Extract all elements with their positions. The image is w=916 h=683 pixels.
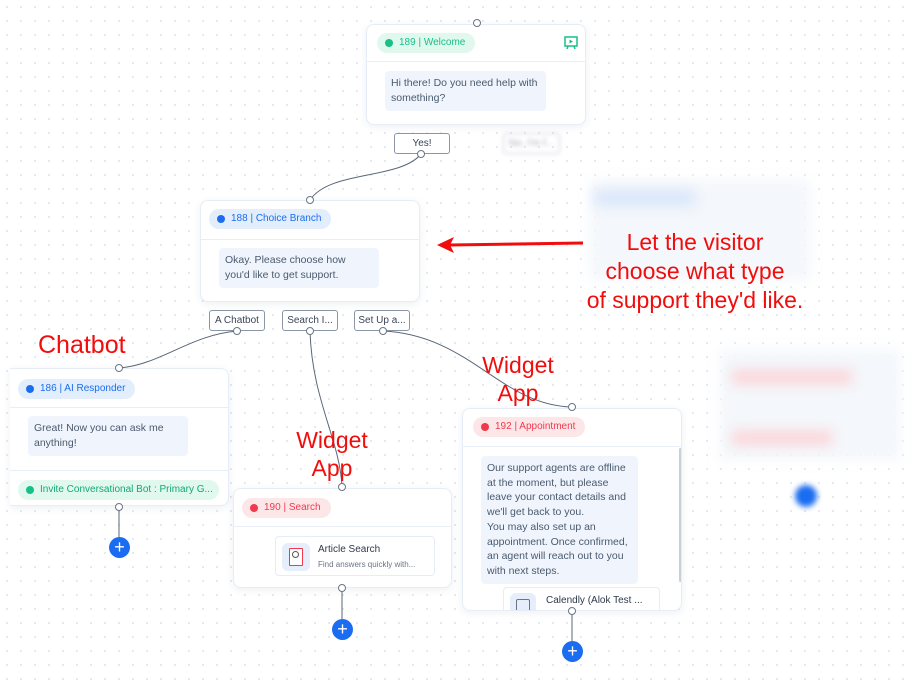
annotation-widget-appointment: Widget App [482,352,554,406]
output-port[interactable] [379,327,387,335]
article-search-icon [282,543,310,571]
output-port[interactable] [115,503,123,511]
calendar-icon [510,593,536,610]
output-port[interactable] [306,327,314,335]
connector-chatbot [118,330,238,369]
annotation-chatbot: Chatbot [38,331,126,359]
message-bubble: Great! Now you can ask me anything! [28,416,188,456]
node-badge: 192 | Appointment [473,417,586,437]
node-badge: 188 | Choice Branch [209,209,332,229]
annotation-widget-search: Widget App [296,427,368,481]
message-bubble: Okay. Please choose how you'd like to ge… [219,248,379,288]
output-port[interactable] [417,150,425,158]
output-port[interactable] [233,327,241,335]
node-appointment[interactable]: 192 | Appointment Our support agents are… [462,408,682,611]
calendly-card[interactable]: Calendly (Alok Test ... [503,587,660,610]
output-port[interactable] [338,584,346,592]
add-step-button[interactable]: + [562,641,583,662]
output-port[interactable] [568,607,576,615]
node-badge: 189 | Welcome [377,33,476,53]
node-choice-branch[interactable]: 188 | Choice Branch Okay. Please choose … [200,200,420,302]
input-port[interactable] [568,403,576,411]
input-port[interactable] [115,364,123,372]
node-badge: 190 | Search [242,498,331,518]
add-step-button[interactable]: + [109,537,130,558]
connector-yes [309,153,422,201]
input-port[interactable] [306,196,314,204]
node-welcome[interactable]: 189 | Welcome Hi there! Do you need help… [366,24,586,125]
node-search[interactable]: 190 | Search Article Search Find answers… [233,488,452,588]
input-port[interactable] [338,483,346,491]
input-port[interactable] [473,19,481,27]
message-bubble: Hi there! Do you need help with somethin… [385,71,546,111]
article-search-card[interactable]: Article Search Find answers quickly with… [275,536,435,576]
scrollbar[interactable] [679,448,681,582]
preview-icon[interactable] [564,36,578,50]
node-badge: 186 | AI Responder [18,379,136,399]
annotation-main: Let the visitor choose what type of supp… [586,229,804,313]
message-bubble: Our support agents are offline at the mo… [481,456,638,584]
node-ai-responder[interactable]: 186 | AI Responder Great! Now you can as… [10,368,229,506]
add-step-button[interactable]: + [332,619,353,640]
action-badge: Invite Conversational Bot : Primary G... [18,480,219,500]
